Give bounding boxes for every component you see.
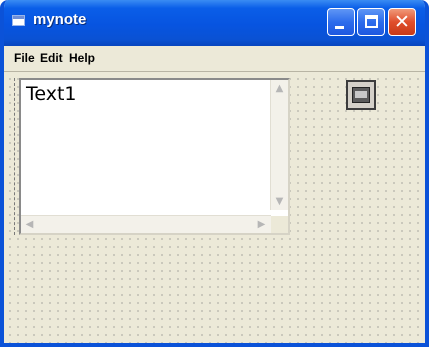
minimize-icon [335, 26, 344, 29]
minimize-button[interactable] [327, 8, 355, 36]
title-bar[interactable]: mynote ✕ [4, 0, 425, 46]
scroll-left-icon[interactable]: ◀ [22, 217, 37, 232]
scroll-up-icon[interactable]: ▲ [272, 81, 287, 96]
text-box-text1[interactable]: Text1 ▲ ▼ ◀ ▶ [19, 78, 290, 235]
scroll-right-icon[interactable]: ▶ [254, 217, 269, 232]
menu-edit[interactable]: Edit [40, 51, 63, 65]
maximize-icon [365, 15, 378, 28]
timer-icon [352, 87, 370, 103]
vertical-scrollbar[interactable]: ▲ ▼ [270, 80, 288, 210]
menu-help[interactable]: Help [69, 51, 95, 65]
window-title: mynote [33, 11, 87, 28]
form-design-surface[interactable]: Text1 ▲ ▼ ◀ ▶ [4, 72, 425, 343]
scroll-corner [271, 216, 288, 233]
app-window: mynote ✕ File Edit Help Text1 ▲ ▼ ◀ ▶ [0, 0, 429, 347]
timer-control[interactable] [346, 80, 376, 110]
menu-file[interactable]: File [14, 51, 35, 65]
scroll-down-icon[interactable]: ▼ [272, 194, 287, 209]
close-icon: ✕ [394, 11, 410, 33]
maximize-button[interactable] [357, 8, 385, 36]
text-box-value: Text1 [26, 83, 77, 105]
horizontal-scrollbar[interactable]: ◀ ▶ [21, 215, 271, 233]
app-icon[interactable] [12, 15, 25, 26]
menu-bar: File Edit Help [4, 46, 425, 72]
close-button[interactable]: ✕ [388, 8, 416, 36]
